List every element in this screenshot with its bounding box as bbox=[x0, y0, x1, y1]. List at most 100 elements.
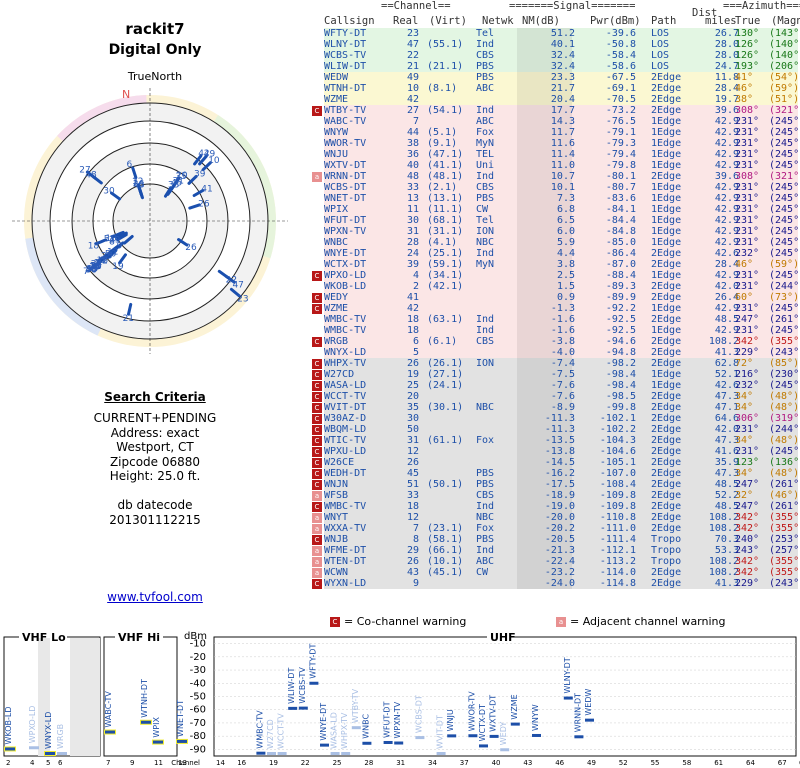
cell-real: 36 bbox=[406, 149, 419, 160]
station-row[interactable]: WNYW 44 (5.1) Fox 11.7 -79.1 1Edge 42.9 231° (245… bbox=[324, 127, 800, 138]
station-ray-channel: 30 bbox=[103, 187, 115, 197]
signal-bar[interactable] bbox=[298, 706, 308, 710]
signal-chart: VHF Lo VHF Hi UHFdBm-10-20-30-40-50-60-70-… bbox=[3, 631, 800, 767]
station-row[interactable]: WNET-DT 13 (13.1) PBS 7.3 -83.6 1Edge 42.9 231° (… bbox=[324, 193, 800, 204]
station-row[interactable]: WXXA-TV 7 (23.1) Fox -20.2 -111.0 2Edge 108.2 34… bbox=[324, 523, 800, 534]
station-row[interactable]: WNYX-LD 5 -4.0 -94.8 2Edge 41.3229° (243°) bbox=[324, 347, 800, 358]
signal-bar[interactable] bbox=[362, 741, 372, 745]
cell-pwr: -85.0 bbox=[605, 237, 636, 248]
station-row[interactable]: W27CD 19 (27.1) -7.5 -98.4 1Edge 52.1 216° (230°… bbox=[324, 369, 800, 380]
signal-bar[interactable] bbox=[436, 752, 446, 755]
signal-bar[interactable] bbox=[177, 739, 187, 743]
station-row[interactable]: WBQM-LD 50 -11.3 -102.2 2Edge 42.0231° (244°) bbox=[324, 424, 800, 435]
signal-bar[interactable] bbox=[45, 752, 55, 755]
cell-real: 18 bbox=[406, 314, 419, 325]
station-row[interactable]: WCBS-TV 22 CBS 32.4 -58.4 LOS 28.0126° (140°) bbox=[324, 50, 800, 61]
station-row[interactable]: WXTV-DT 40 (41.1) Uni 11.0 -79.8 1Edge 42.9 231°… bbox=[324, 160, 800, 171]
station-row[interactable]: WZME 42 20.4 -70.5 2Edge 19.7 38° (51°) bbox=[324, 94, 799, 105]
station-row[interactable]: WCBS-DT 33 (2.1) CBS 10.1 -80.7 1Edge 42.9 231° (… bbox=[324, 182, 800, 193]
station-row[interactable]: WLIW-DT 21 (21.1) PBS 32.4 -58.6 LOS 24.7 193° (2… bbox=[324, 61, 800, 72]
cell-real: 27 bbox=[406, 105, 419, 116]
cell-nm: 11.4 bbox=[550, 149, 575, 160]
tvfool-link[interactable]: www.tvfool.com bbox=[0, 590, 310, 604]
station-row[interactable]: WPXN-TV 31 (31.1) ION 6.0 -84.8 1Edge 42.9 231° (… bbox=[324, 226, 800, 237]
signal-bar[interactable] bbox=[5, 747, 15, 751]
cell-real: 30 bbox=[406, 413, 419, 424]
station-row[interactable]: WNYT 12 NBC -20.0 -110.8 2Edge 108.2342° (355°) bbox=[324, 512, 800, 523]
station-row[interactable]: WLNY-DT 47 (55.1) Ind 40.1 -50.8 LOS 28.0 126° (1… bbox=[324, 39, 800, 50]
station-row[interactable]: W30AZ-D 30 -11.3 -102.1 2Edge 64.6306° (319°) bbox=[324, 413, 800, 424]
cell-mag: (230°) bbox=[769, 369, 800, 380]
station-row[interactable]: WPXU-LD 12 -13.8 -104.6 2Edge 41.6231° (245°) bbox=[324, 446, 800, 457]
station-row[interactable]: WMBC-TV 18 Ind -19.0 -109.8 2Edge 48.5 247° (261… bbox=[324, 501, 800, 512]
station-row[interactable]: WNBC 28 (4.1) NBC 5.9 -85.0 1Edge 42.9 231° (245°… bbox=[324, 237, 800, 248]
cell-real: 21 bbox=[406, 61, 419, 72]
station-row[interactable]: WTIC-TV 31 (61.1) Fox -13.5 -104.3 2Edge 47.3 34… bbox=[324, 435, 799, 446]
signal-bar[interactable] bbox=[153, 740, 163, 744]
cell-tru: 247° bbox=[735, 479, 760, 490]
signal-bar[interactable] bbox=[468, 734, 478, 738]
station-row[interactable]: WMBC-TV 18 (63.1) Ind -1.6 -92.5 2Edge 48.5 247°… bbox=[324, 314, 800, 325]
signal-bar[interactable] bbox=[585, 718, 594, 722]
signal-bar[interactable] bbox=[267, 752, 276, 755]
cell-path: 1Edge bbox=[651, 303, 682, 314]
station-row[interactable]: WYXN-LD 9 -24.0 -114.8 2Edge 41.3229° (243°) bbox=[324, 578, 800, 589]
signal-bar[interactable] bbox=[341, 752, 351, 755]
station-row[interactable]: WWOR-TV 38 (9.1) MyN 11.6 -79.3 1Edge 42.9 231° (… bbox=[324, 138, 800, 149]
station-row[interactable]: WASA-LD 25 (24.1) -7.6 -98.4 1Edge 42.6 232° (24… bbox=[324, 380, 800, 391]
signal-bar[interactable] bbox=[330, 752, 340, 755]
signal-bar[interactable] bbox=[256, 751, 266, 755]
station-row[interactable]: WEDH-DT 45 PBS -16.2 -107.0 2Edge 47.3 34° (48°) bbox=[324, 468, 799, 479]
station-row[interactable]: W26CE 26 -14.5 -105.1 2Edge 35.9123° (136°) bbox=[324, 457, 800, 468]
station-row[interactable]: WNJB 8 (58.1) PBS -20.5 -111.4 Tropo 70.3 240° (2… bbox=[324, 534, 800, 545]
signal-bar[interactable] bbox=[383, 740, 393, 744]
signal-bar[interactable] bbox=[510, 722, 520, 726]
station-row[interactable]: WEDY 41 0.9 -89.9 2Edge 26.4 60° (73°) bbox=[324, 292, 799, 303]
signal-bar[interactable] bbox=[489, 734, 499, 738]
station-row[interactable]: WFTY-DT 23 Tel 51.2 -39.6 LOS 26.7130° (143°) bbox=[324, 28, 800, 39]
station-row[interactable]: WPIX 11 (11.1) CW 6.8 -84.1 1Edge 42.9 231° (245°… bbox=[324, 204, 800, 215]
signal-bar[interactable] bbox=[29, 746, 39, 750]
station-row[interactable]: WKOB-LD 2 (42.1) 1.5 -89.3 2Edge 42.0 231° (244°… bbox=[324, 281, 800, 292]
station-row[interactable]: WRNN-DT 48 (48.1) Ind 10.7 -80.1 2Edge 39.6 308°… bbox=[324, 171, 800, 182]
signal-bar[interactable] bbox=[288, 706, 298, 710]
signal-bar[interactable] bbox=[415, 736, 425, 740]
station-row[interactable]: WCWN 43 (45.1) CW -23.2 -114.0 2Edge 108.2 342° (… bbox=[324, 567, 800, 578]
signal-bar[interactable] bbox=[351, 726, 361, 730]
signal-bar[interactable] bbox=[57, 752, 67, 755]
station-row[interactable]: WTEN-DT 26 (10.1) ABC -22.4 -113.2 Tropo 108.2 3… bbox=[324, 556, 800, 567]
station-row[interactable]: WHPX-TV 26 (26.1) ION -7.4 -98.2 2Edge 62.8 72° (… bbox=[324, 358, 799, 369]
signal-bar[interactable] bbox=[447, 734, 457, 738]
station-row[interactable]: WZME 42 -1.3 -92.2 1Edge 42.9231° (245°) bbox=[324, 303, 800, 314]
cell-real: 7 bbox=[412, 523, 419, 534]
station-row[interactable]: WFSB 33 CBS -18.9 -109.8 2Edge 52.2 32° (46°) bbox=[324, 490, 799, 501]
signal-bar[interactable] bbox=[574, 735, 584, 739]
cell-nm: -11.3 bbox=[544, 413, 575, 424]
station-row[interactable]: WNJU 36 (47.1) TEL 11.4 -79.4 1Edge 42.9 231° (24… bbox=[324, 149, 800, 160]
station-row[interactable]: WNYE-DT 24 (25.1) Ind 4.4 -86.4 2Edge 42.6 232° (… bbox=[324, 248, 800, 259]
signal-bar[interactable] bbox=[479, 744, 488, 748]
station-row[interactable]: WFME-DT 29 (66.1) Ind -21.3 -112.1 Tropo 53.3 24… bbox=[324, 545, 800, 556]
station-row[interactable]: WCTX-DT 39 (59.1) MyN 3.8 -87.0 2Edge 28.4 46° (5… bbox=[324, 259, 799, 270]
cell-real: 11 bbox=[406, 204, 419, 215]
signal-bar[interactable] bbox=[563, 696, 573, 700]
station-row[interactable]: WABC-TV 7 ABC 14.3 -76.5 1Edge 42.9231° (245°) bbox=[324, 116, 800, 127]
station-row[interactable]: WTBY-TV 27 (54.1) Ind 17.7 -73.2 2Edge 39.6 308°… bbox=[324, 105, 800, 116]
station-row[interactable]: WNJN 51 (50.1) PBS -17.5 -108.4 2Edge 48.5 247° (… bbox=[324, 479, 800, 490]
signal-bar[interactable] bbox=[141, 720, 151, 724]
station-row[interactable]: WRGB 6 (6.1) CBS -3.8 -94.6 2Edge 108.2 342° (355… bbox=[324, 336, 800, 347]
station-row[interactable]: WVIT-DT 35 (30.1) NBC -8.9 -99.8 2Edge 47.1 34° (… bbox=[324, 402, 799, 413]
signal-bar[interactable] bbox=[277, 752, 287, 755]
signal-bar[interactable] bbox=[309, 681, 319, 685]
station-row[interactable]: WPXO-LD 4 (34.1) 2.5 -88.4 1Edge 42.9 231° (245°… bbox=[324, 270, 800, 281]
station-row[interactable]: WTNH-DT 10 (8.1) ABC 21.7 -69.1 2Edge 28.4 46° (5… bbox=[324, 83, 799, 94]
signal-bar[interactable] bbox=[320, 743, 329, 747]
signal-bar[interactable] bbox=[532, 733, 541, 737]
signal-bar[interactable] bbox=[500, 748, 510, 752]
station-row[interactable]: WFUT-DT 30 (68.1) Tel 6.5 -84.4 1Edge 42.9 231° (… bbox=[324, 215, 800, 226]
station-row[interactable]: WEDW 49 PBS 23.3 -67.5 2Edge 11.8 41° (54°) bbox=[324, 72, 799, 83]
station-row[interactable]: WCCT-TV 20 -7.6 -98.5 2Edge 47.3 34° (48°) bbox=[324, 391, 799, 402]
station-row[interactable]: WMBC-TV 18 Ind -1.6 -92.5 1Edge 42.9231° (245°) bbox=[324, 325, 800, 336]
signal-bar[interactable] bbox=[105, 730, 115, 734]
signal-bar[interactable] bbox=[394, 741, 404, 745]
